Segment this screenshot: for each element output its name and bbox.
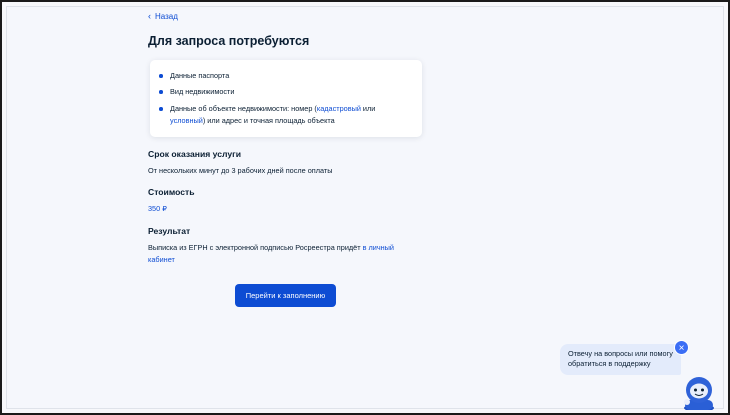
service-term-heading: Срок оказания услуги — [148, 149, 241, 159]
assistant-line-2: обратиться в поддержку — [568, 359, 651, 368]
result-heading: Результат — [148, 226, 191, 236]
assistant-line-1: Отвечу на вопросы или помогу — [568, 349, 673, 358]
cost-heading: Стоимость — [148, 187, 195, 197]
assistant-bubble[interactable]: Отвечу на вопросы или помогу обратиться … — [560, 344, 681, 375]
bullet-icon — [159, 90, 163, 94]
conditional-link[interactable]: условный — [170, 116, 203, 125]
personal-account-link-2[interactable]: кабинет — [148, 255, 175, 264]
personal-account-link[interactable]: в личный — [363, 243, 394, 252]
cadastral-link[interactable]: кадастровый — [317, 104, 361, 113]
list-item: Вид недвижимости — [159, 86, 235, 98]
back-label: Назад — [155, 12, 178, 21]
requirement-object-tail: ) или адрес и точная площадь объекта — [202, 116, 335, 125]
chevron-left-icon: ‹ — [148, 11, 151, 21]
list-item: Данные паспорта — [159, 70, 230, 82]
close-icon[interactable]: × — [674, 340, 689, 355]
requirement-property-type: Вид недвижимости — [170, 87, 235, 96]
assistant-robot-icon[interactable] — [681, 376, 717, 410]
result-description: Выписка из ЕГРН с электронной подписью Р… — [148, 243, 363, 252]
list-item: Данные об объекте недвижимости: номер (к… — [159, 103, 418, 127]
proceed-button[interactable]: Перейти к заполнению — [235, 284, 336, 307]
service-term-text: От нескольких минут до 3 рабочих дней по… — [148, 166, 333, 175]
requirement-object-or: или — [360, 104, 376, 113]
bullet-icon — [159, 74, 163, 78]
bullet-icon — [159, 107, 163, 111]
requirements-card: Данные паспорта Вид недвижимости Данные … — [150, 60, 422, 137]
requirement-passport: Данные паспорта — [170, 71, 230, 80]
page-title: Для запроса потребуются — [148, 34, 310, 48]
requirement-object-text: Данные об объекте недвижимости: номер ( — [170, 104, 317, 113]
cost-value: 350 ₽ — [148, 204, 167, 213]
back-link[interactable]: ‹ Назад — [148, 11, 178, 22]
result-text: Выписка из ЕГРН с электронной подписью Р… — [148, 242, 418, 266]
